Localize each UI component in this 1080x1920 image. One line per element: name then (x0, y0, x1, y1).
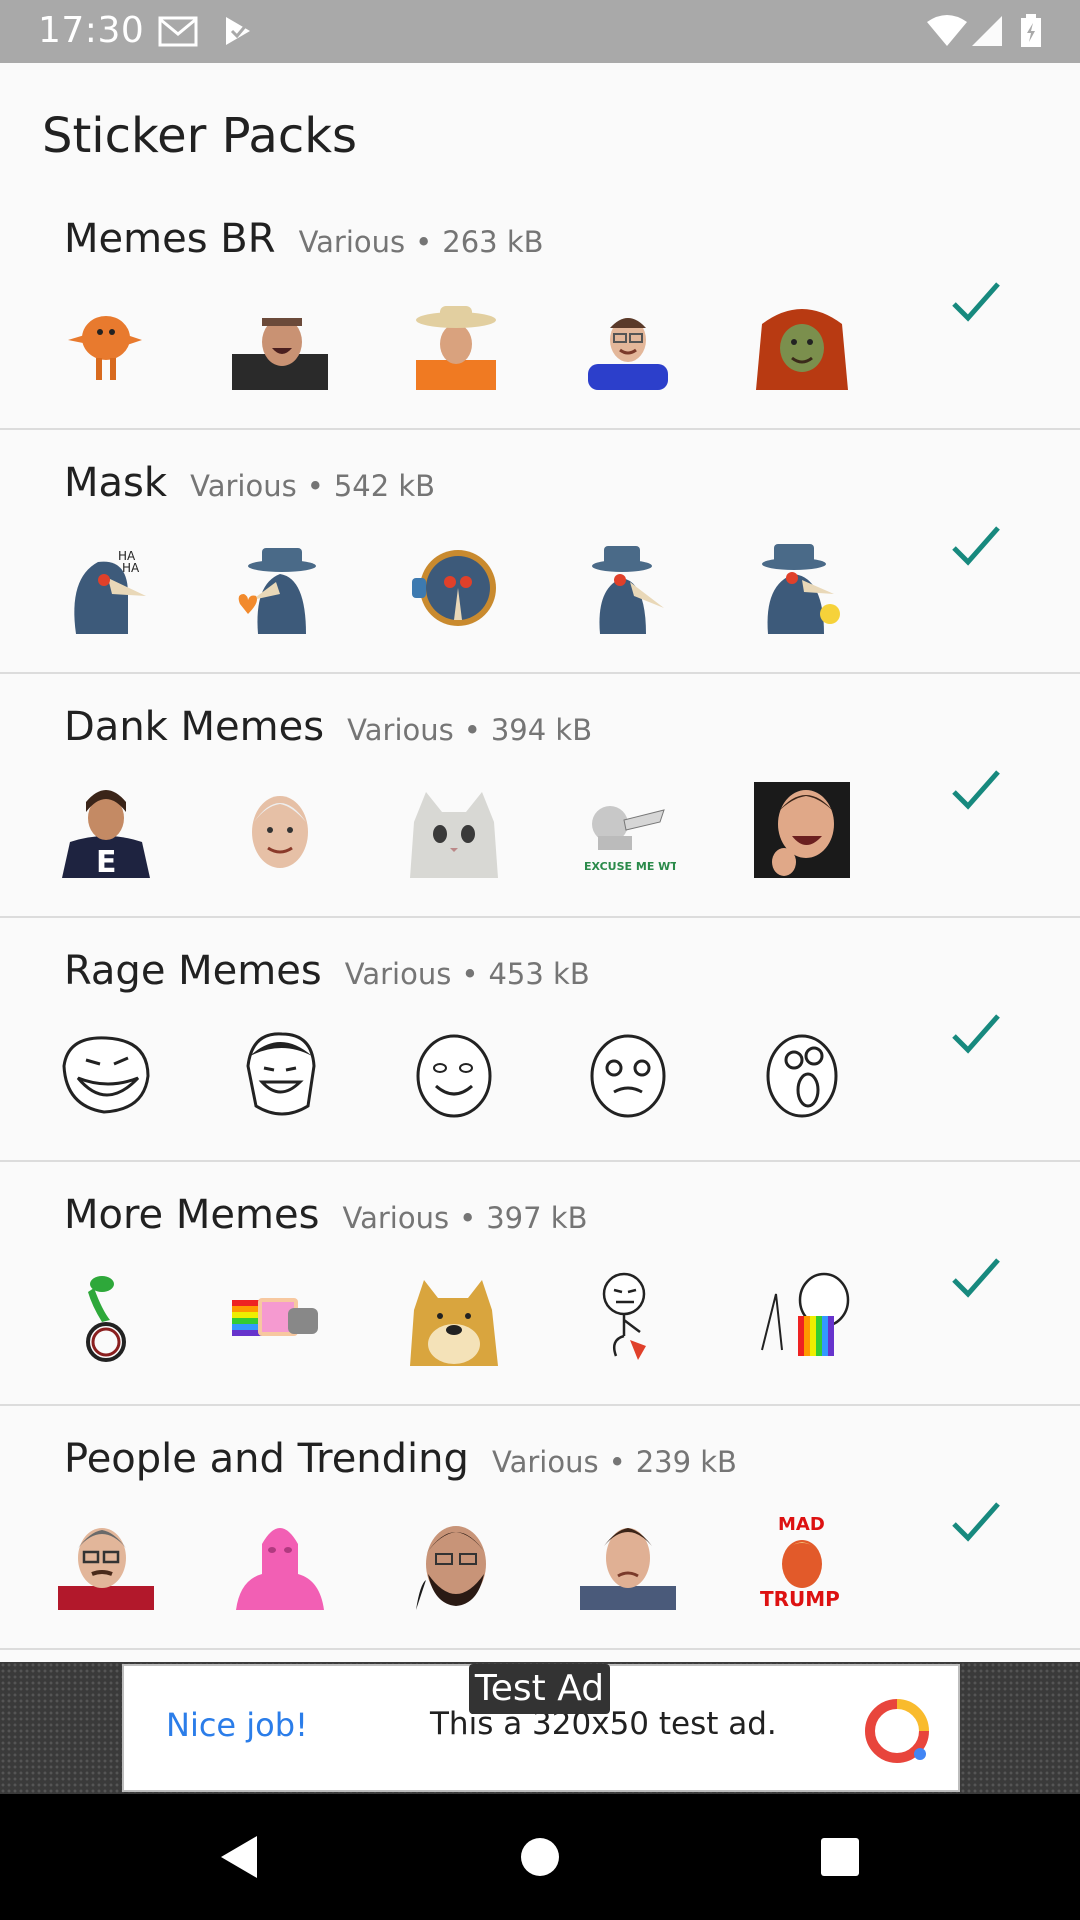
dat-boi-frog-sticker (86, 1276, 126, 1362)
yao-ming-sticker (246, 1032, 316, 1116)
mad-trump-sticker: MAD TRUMP (760, 1514, 840, 1610)
rocket-meme-sticker (602, 1272, 646, 1360)
omg-face-sticker (766, 1034, 838, 1118)
forever-alone-sticker (416, 1034, 492, 1118)
laughing-man-sticker (232, 318, 328, 390)
pack-publisher: Various (347, 713, 454, 747)
hide-the-pain-harold-sticker (252, 796, 308, 868)
excuse-me-wtf-sticker: EXCUSE ME WTF (584, 806, 676, 873)
pack-name: Mask (64, 460, 168, 506)
man-with-glasses-sticker (58, 1528, 154, 1610)
cell-signal-icon (972, 16, 1002, 46)
lord-farquaad-e-sticker: E (62, 790, 150, 878)
navigation-bar (0, 1794, 1080, 1920)
pack-size: 263 kB (442, 225, 544, 259)
pack-added-check-icon (952, 1014, 1000, 1054)
orange-creature-sticker (68, 316, 142, 380)
pack-added-check-icon (952, 770, 1000, 810)
neckbeard-sticker (416, 1526, 486, 1610)
battery-icon (1021, 14, 1041, 47)
pink-guy-sticker (236, 1528, 324, 1610)
pack-name: More Memes (64, 1192, 320, 1238)
pack-sticker-preview (58, 1270, 850, 1366)
pack-sticker-preview: HA HA (58, 538, 850, 634)
pack-meta: Various • 394 kB (347, 713, 593, 747)
rainbow-puke-sticker (761, 1272, 850, 1356)
pack-item-dank-memes[interactable]: Dank Memes Various • 394 kB E EXCUSE ME … (0, 674, 1080, 918)
crying-man-sticker (580, 1528, 676, 1610)
pack-name: Dank Memes (64, 704, 325, 750)
pack-item-rage-memes[interactable]: Rage Memes Various • 453 kB (0, 918, 1080, 1162)
pack-header: Memes BR Various • 263 kB (64, 216, 544, 262)
status-time: 17:30 (38, 10, 145, 51)
pack-publisher: Various (344, 957, 452, 991)
pack-size: 239 kB (635, 1445, 737, 1479)
pack-sticker-preview (58, 294, 850, 390)
play-store-icon (226, 17, 250, 45)
test-ad-label: Test Ad (469, 1664, 610, 1714)
trollface-sticker (62, 1036, 150, 1114)
pack-name: Memes BR (64, 216, 276, 262)
plague-doctor-laughing-sticker: HA HA (74, 549, 146, 634)
pack-item-mask[interactable]: Mask Various • 542 kB HA HA (0, 430, 1080, 674)
pack-added-check-icon (952, 1258, 1000, 1298)
pack-sticker-preview: MAD TRUMP (58, 1514, 850, 1610)
ad-network-logo-icon (865, 1699, 929, 1763)
recents-icon[interactable] (815, 1832, 865, 1882)
page-title: Sticker Packs (42, 108, 358, 164)
pack-meta: Various • 453 kB (344, 957, 590, 991)
smiling-boy-sticker (588, 318, 668, 390)
pack-size: 394 kB (490, 713, 593, 747)
pack-header: Dank Memes Various • 394 kB (64, 704, 592, 750)
pack-item-more-memes[interactable]: More Memes Various • 397 kB (0, 1162, 1080, 1406)
plague-doctor-standing-sticker (592, 546, 664, 634)
svg-text:EXCUSE ME WTF: EXCUSE ME WTF (584, 860, 676, 873)
pack-added-check-icon (952, 282, 1000, 322)
pack-size: 397 kB (486, 1201, 588, 1235)
pack-size: 542 kB (333, 469, 436, 503)
pack-sticker-preview: E EXCUSE ME WTF (58, 782, 850, 878)
pack-publisher: Various (190, 469, 297, 503)
doge-sticker (410, 1280, 498, 1366)
pack-header: Rage Memes Various • 453 kB (64, 948, 590, 994)
pack-publisher: Various (492, 1445, 599, 1479)
pack-meta: Various • 542 kB (190, 469, 436, 503)
pack-size: 453 kB (488, 957, 590, 991)
svg-text:TRUMP: TRUMP (760, 1587, 840, 1610)
status-bar: 17:30 (0, 0, 1080, 63)
me-gusta-sticker (590, 1034, 666, 1118)
crying-cat-sticker (410, 792, 498, 878)
pack-header: Mask Various • 542 kB (64, 460, 435, 506)
wifi-icon (927, 15, 967, 46)
pack-header: More Memes Various • 397 kB (64, 1192, 587, 1238)
plague-doctor-lantern-sticker (762, 544, 840, 634)
home-icon[interactable] (515, 1832, 565, 1882)
pack-meta: Various • 397 kB (342, 1201, 588, 1235)
pack-header: People and Trending Various • 239 kB (64, 1436, 737, 1482)
back-icon[interactable] (215, 1832, 265, 1882)
sticker-pack-list: Memes BR Various • 263 kB Mask Various •… (0, 186, 1080, 1650)
plague-doctor-heart-sticker (238, 548, 316, 634)
pack-name: People and Trending (64, 1436, 469, 1482)
ad-headline[interactable]: Nice job! (166, 1706, 308, 1744)
hooded-zombie-sticker (756, 309, 848, 390)
nyan-cat-sticker (232, 1298, 318, 1336)
pack-name: Rage Memes (64, 948, 322, 994)
pack-publisher: Various (342, 1201, 450, 1235)
pack-item-memes-br[interactable]: Memes BR Various • 263 kB (0, 186, 1080, 430)
svg-text:HA: HA (122, 561, 140, 575)
pack-meta: Various • 263 kB (298, 225, 544, 259)
pack-sticker-preview (58, 1026, 850, 1122)
gmail-icon (158, 16, 198, 47)
pack-meta: Various • 239 kB (492, 1445, 737, 1479)
pack-added-check-icon (952, 526, 1000, 566)
laughing-streamer-sticker (754, 782, 850, 878)
svg-text:MAD: MAD (778, 1514, 825, 1535)
plague-doctor-thumbs-up-sticker (412, 550, 496, 626)
pack-added-check-icon (952, 1502, 1000, 1542)
cowboy-hat-man-sticker (416, 306, 496, 390)
pack-publisher: Various (298, 225, 406, 259)
svg-text:E: E (96, 845, 117, 878)
pack-item-people-and-trending[interactable]: People and Trending Various • 239 kB MAD… (0, 1406, 1080, 1650)
